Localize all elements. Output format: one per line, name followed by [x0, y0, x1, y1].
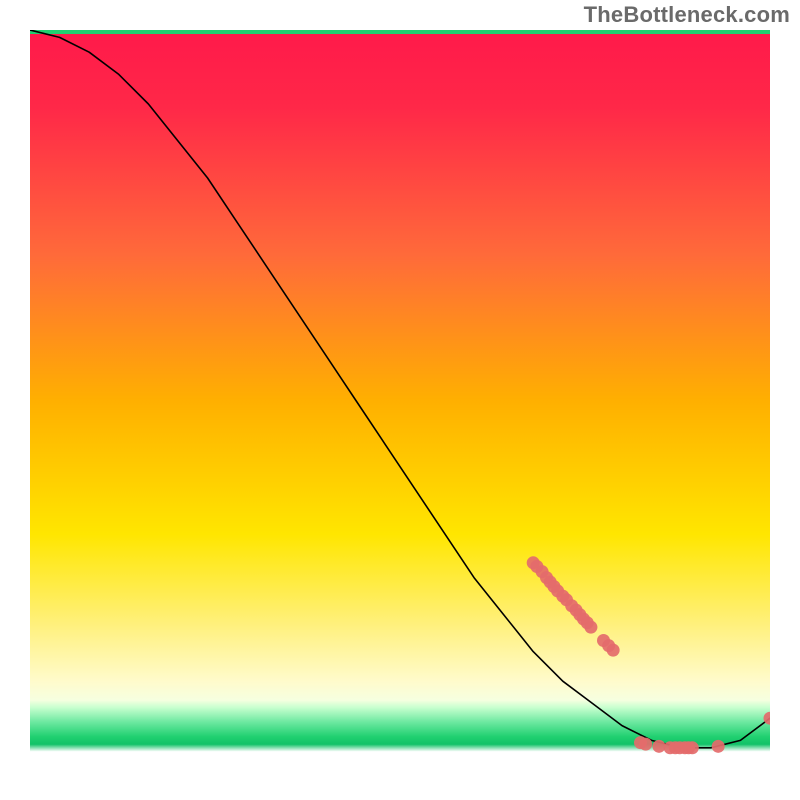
- watermark: TheBottleneck.com: [584, 2, 790, 28]
- data-point: [686, 741, 699, 754]
- top-green-band: [30, 30, 770, 34]
- plot-area: [30, 30, 770, 770]
- data-point: [653, 740, 666, 753]
- chart-stage: TheBottleneck.com: [0, 0, 800, 800]
- gradient-body: [30, 34, 770, 770]
- data-point: [584, 621, 597, 634]
- data-point: [639, 738, 652, 751]
- data-point: [712, 740, 725, 753]
- data-point: [607, 644, 620, 657]
